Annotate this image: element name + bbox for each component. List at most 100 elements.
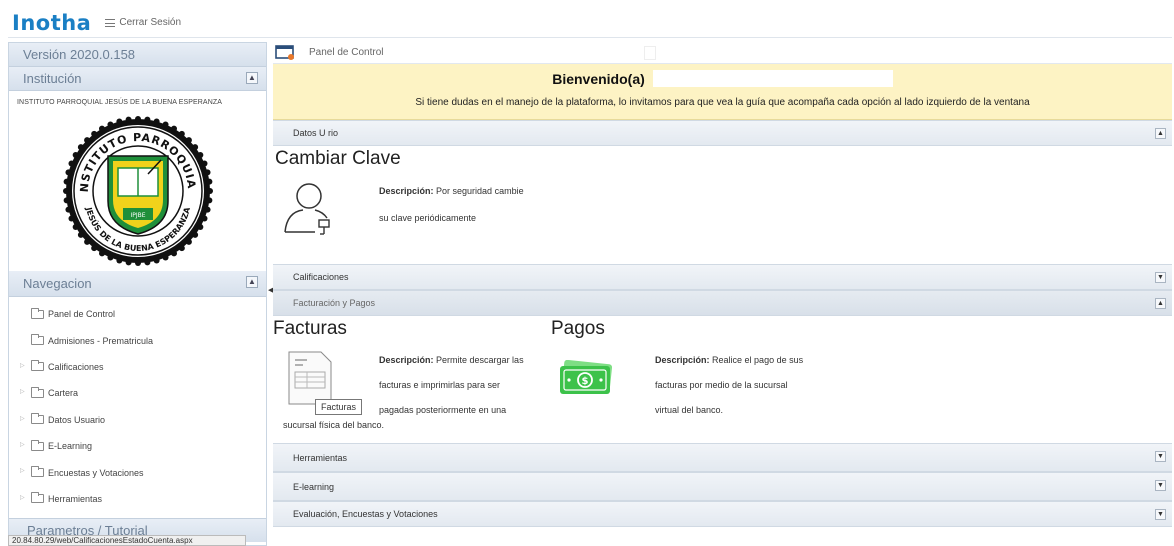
institution-header[interactable]: Institución ▲ — [9, 67, 266, 91]
version-label: Versión 2020.0.158 — [23, 47, 136, 62]
institution-seal: INSTITUTO PARROQUIAL JESÚS DE LA BUENA E… — [9, 110, 266, 266]
desc-line: Realice el pago de sus — [712, 355, 804, 365]
section-expand-button[interactable]: ▼ — [1155, 509, 1166, 520]
section-label: Calificaciones — [293, 272, 349, 282]
nav-item-label: E-Learning — [48, 441, 93, 452]
pagos-title[interactable]: Pagos — [551, 318, 605, 340]
app-logo[interactable]: Inotha — [12, 11, 91, 35]
facturas-description-tail: sucursal física del banco. — [283, 420, 385, 430]
expand-arrow-icon[interactable]: ▷ — [20, 494, 25, 501]
svg-text:$: $ — [582, 376, 589, 387]
header-blank-box — [643, 45, 656, 60]
folder-icon — [31, 360, 44, 372]
nav-item-label: Encuestas y Votaciones — [48, 467, 144, 478]
welcome-title-row: Bienvenido(a) — [273, 64, 1172, 87]
expand-arrow-icon[interactable]: ▷ — [20, 441, 25, 448]
desc-line: Por seguridad cambie — [436, 186, 524, 196]
folder-icon — [31, 466, 44, 478]
nav-item-cartera[interactable]: ▷ Cartera — [9, 380, 266, 406]
breadcrumb: Panel de Control — [309, 47, 384, 58]
desc-line: virtual del banco. — [655, 405, 724, 415]
nav-item-datos-usuario[interactable]: ▷ Datos Usuario — [9, 407, 266, 433]
invoice-document-icon[interactable] — [287, 350, 333, 406]
section-facturacion-body: Facturas Facturas Descripción: Permite d… — [273, 316, 1172, 443]
logout-label: Cerrar Sesión — [119, 17, 182, 28]
desc-label: Descripción: — [379, 186, 434, 196]
folder-icon — [31, 439, 44, 451]
expand-arrow-icon[interactable]: ▷ — [20, 388, 25, 395]
desc-line: Permite descargar las — [436, 355, 524, 365]
cambiar-clave-description: Descripción: Por seguridad cambie su cla… — [379, 178, 524, 232]
institution-name: INSTITUTO PARROQUIAL JESÚS DE LA BUENA E… — [17, 99, 222, 106]
section-label: Herramientas — [293, 452, 348, 463]
folder-icon — [31, 492, 44, 504]
welcome-subtitle: Si tiene dudas en el manejo de la plataf… — [415, 97, 1030, 108]
facturas-tooltip: Facturas — [315, 399, 363, 415]
nav-item-calificaciones[interactable]: ▷ Calificaciones — [9, 354, 266, 380]
section-evaluacion-header[interactable]: Evaluación, Encuestas y Votaciones ▼ — [273, 501, 1172, 527]
cambiar-clave-title[interactable]: Cambiar Clave — [275, 148, 401, 170]
section-facturacion-header[interactable]: Facturación y Pagos ▲ — [273, 290, 1172, 316]
desc-label: Descripción: — [655, 355, 710, 365]
money-bill-icon[interactable]: $ — [557, 360, 615, 398]
nav-item-herramientas[interactable]: ▷ Herramientas — [9, 486, 266, 512]
navigation-header[interactable]: Navegacion ▲ — [9, 271, 266, 297]
facturas-description: Descripción: Permite descargar las factu… — [379, 348, 524, 423]
nav-item-encuestas[interactable]: ▷ Encuestas y Votaciones — [9, 459, 266, 485]
folder-icon — [31, 413, 44, 425]
nav-item-panel-de-control[interactable]: Panel de Control — [9, 301, 266, 327]
menu-icon — [105, 18, 116, 27]
desc-line: facturas por medio de la sucursal — [655, 380, 788, 390]
welcome-banner: Bienvenido(a) Si tiene dudas en el manej… — [273, 64, 1172, 120]
redacted-user-name — [652, 70, 893, 87]
section-collapse-button[interactable]: ▲ — [1155, 298, 1166, 309]
section-datos-usuario-header[interactable]: Datos U rio ▲ — [273, 120, 1172, 146]
top-bar: Inotha Cerrar Sesión — [8, 8, 1172, 38]
nav-item-e-learning[interactable]: ▷ E-Learning — [9, 433, 266, 459]
expand-arrow-icon[interactable]: ▷ — [20, 467, 25, 474]
expand-arrow-icon[interactable]: ▷ — [20, 415, 25, 422]
seal-logo-icon: INSTITUTO PARROQUIAL JESÚS DE LA BUENA E… — [62, 116, 213, 266]
folder-icon — [31, 334, 44, 346]
seal-band-text: IPJBE — [130, 212, 145, 219]
change-password-user-icon[interactable] — [281, 178, 337, 236]
nav-item-label: Panel de Control — [48, 309, 116, 320]
facturas-title[interactable]: Facturas — [273, 318, 347, 340]
sidebar: Versión 2020.0.158 Institución ▲ INSTITU… — [8, 42, 267, 546]
nav-item-label: Datos Usuario — [48, 414, 106, 425]
main-content: Panel de Control Bienvenido(a) Si tiene … — [273, 42, 1172, 546]
desc-line: pagadas posteriormente en una — [379, 405, 507, 415]
section-expand-button[interactable]: ▼ — [1155, 480, 1166, 491]
section-calificaciones-header[interactable]: Calificaciones ▼ — [273, 264, 1172, 290]
folder-icon — [31, 386, 44, 398]
section-collapse-button[interactable]: ▲ — [1155, 128, 1166, 139]
nav-item-label: Cartera — [48, 388, 79, 399]
version-header: Versión 2020.0.158 — [9, 43, 266, 67]
welcome-title: Bienvenido(a) — [552, 70, 645, 87]
dashboard-icon — [275, 45, 294, 60]
app-window: Inotha Cerrar Sesión Versión 2020.0.158 … — [0, 0, 1174, 546]
section-label: E-learning — [293, 481, 335, 492]
section-elearning-header[interactable]: E-learning ▼ — [273, 472, 1172, 501]
expand-arrow-icon[interactable]: ▷ — [20, 362, 25, 369]
main-header: Panel de Control — [273, 42, 1172, 64]
navigation-header-label: Navegacion — [23, 276, 92, 291]
section-expand-button[interactable]: ▼ — [1155, 451, 1166, 462]
institution-header-label: Institución — [23, 71, 82, 86]
nav-item-label: Herramientas — [48, 493, 103, 504]
section-label: Datos U rio — [293, 128, 339, 138]
nav-item-label: Calificaciones — [48, 361, 104, 372]
logout-button[interactable]: Cerrar Sesión — [105, 17, 181, 28]
folder-icon — [31, 307, 44, 319]
nav-item-label: Admisiones - Prematricula — [48, 335, 154, 346]
section-expand-button[interactable]: ▼ — [1155, 272, 1166, 283]
institution-collapse-button[interactable]: ▲ — [246, 72, 258, 84]
section-herramientas-header[interactable]: Herramientas ▼ — [273, 443, 1172, 472]
section-label: Evaluación, Encuestas y Votaciones — [293, 509, 438, 519]
section-datos-usuario-body: Cambiar Clave Descripción: Por seguridad… — [273, 146, 1172, 264]
desc-line: facturas e imprimirlas para ser — [379, 380, 501, 390]
navigation-collapse-button[interactable]: ▲ — [246, 276, 258, 288]
desc-label: Descripción: — [379, 355, 434, 365]
section-label: Facturación y Pagos — [293, 298, 376, 308]
nav-item-admisiones[interactable]: Admisiones - Prematricula — [9, 327, 266, 353]
